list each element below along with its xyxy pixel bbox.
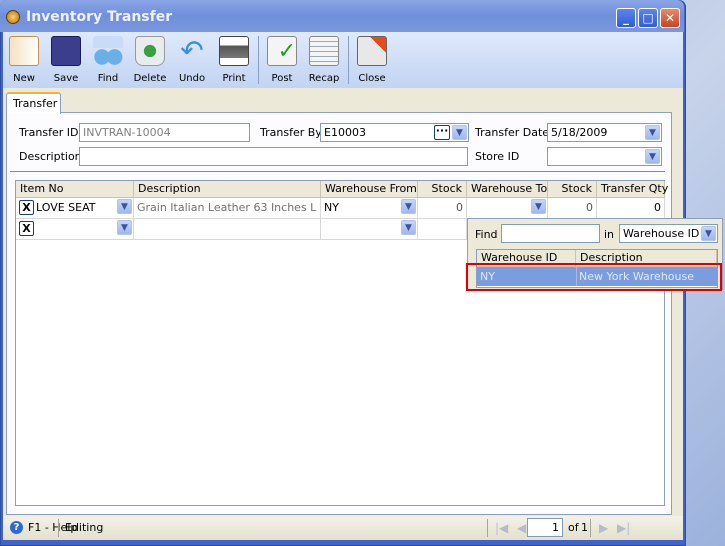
recap-button[interactable]: Recap xyxy=(303,34,345,86)
column-header-transfer-qty[interactable]: Transfer Qty xyxy=(597,181,668,198)
column-header-item-no[interactable]: Item No xyxy=(16,181,134,198)
status-bar: ? F1 - Help Editing |◀ ◀ 1 of 1 ▶ ▶| xyxy=(3,516,683,540)
status-text: Editing xyxy=(65,521,104,534)
stock-from-cell: 0 xyxy=(418,198,467,219)
transfer-qty-cell[interactable]: 0 xyxy=(597,198,665,219)
description-cell[interactable] xyxy=(134,219,321,240)
table-row[interactable]: X LOVE SEAT ▼ Grain Italian Leather 63 Inc… xyxy=(16,198,665,219)
find-label: Find xyxy=(475,228,498,241)
description-cell[interactable]: Grain Italian Leather 63 Inches L X 38 xyxy=(134,198,321,219)
tab-transfer[interactable]: Transfer xyxy=(6,92,61,114)
print-button[interactable]: Print xyxy=(213,34,255,86)
maximize-button[interactable]: □ xyxy=(638,8,658,28)
delete-row-button[interactable]: X xyxy=(19,221,34,236)
store-id-label: Store ID xyxy=(475,150,520,163)
status-separator xyxy=(590,519,591,537)
delete-row-button[interactable]: X xyxy=(19,200,34,215)
last-record-button[interactable]: ▶| xyxy=(617,521,630,535)
in-label: in xyxy=(604,228,615,241)
transfer-by-field[interactable]: E10003 ··· ▼ xyxy=(320,123,469,142)
save-icon xyxy=(51,36,81,66)
column-header-stock[interactable]: Stock xyxy=(548,181,597,198)
find-button[interactable]: Find xyxy=(87,34,129,86)
binoculars-icon xyxy=(93,36,123,66)
chevron-down-icon[interactable]: ▼ xyxy=(645,149,660,164)
highlight-box xyxy=(466,263,722,291)
transfer-id-field[interactable]: INVTRAN-10004 xyxy=(79,123,250,142)
minimize-button[interactable]: _ xyxy=(616,8,636,28)
toolbar-separator xyxy=(258,36,259,84)
column-header-stock[interactable]: Stock xyxy=(418,181,467,198)
chevron-down-icon[interactable]: ▼ xyxy=(452,125,467,140)
chevron-down-icon[interactable]: ▼ xyxy=(117,199,132,214)
total-pages: 1 xyxy=(581,521,588,534)
page-number-input[interactable]: 1 xyxy=(527,518,563,537)
close-button[interactable]: Close xyxy=(351,34,393,86)
description-field[interactable] xyxy=(79,147,468,166)
item-no-cell[interactable]: X LOVE SEAT ▼ xyxy=(16,198,134,219)
chevron-down-icon[interactable]: ▼ xyxy=(401,199,416,214)
description-label: Description xyxy=(19,150,82,163)
transfer-date-label: Transfer Date xyxy=(475,126,550,139)
chevron-down-icon[interactable]: ▼ xyxy=(645,125,660,140)
transfer-by-label: Transfer By xyxy=(260,126,322,139)
undo-button[interactable]: ↶ Undo xyxy=(171,34,213,86)
help-icon[interactable]: ? xyxy=(10,521,23,534)
first-record-button[interactable]: |◀ xyxy=(495,521,508,535)
stock-from-cell xyxy=(418,219,467,240)
save-button[interactable]: Save xyxy=(45,34,87,86)
column-header-description[interactable]: Description xyxy=(134,181,321,198)
title-bar[interactable]: Inventory Transfer _ □ ✕ xyxy=(0,0,684,32)
toolbar: New Save Find Delete ↶ Undo Print ✓ Post R… xyxy=(3,32,683,88)
column-header-warehouse-from[interactable]: Warehouse From xyxy=(321,181,418,198)
toolbar-separator xyxy=(348,36,349,84)
chevron-down-icon[interactable]: ▼ xyxy=(117,220,132,235)
post-icon: ✓ xyxy=(267,36,297,66)
item-no-cell[interactable]: X ▼ xyxy=(16,219,134,240)
recycle-bin-icon xyxy=(135,36,165,66)
stock-to-cell: 0 xyxy=(548,198,597,219)
warehouse-to-cell[interactable]: ▼ xyxy=(467,198,548,219)
post-button[interactable]: ✓ Post xyxy=(261,34,303,86)
transfer-date-field[interactable]: 5/18/2009 ▼ xyxy=(547,123,662,142)
store-id-field[interactable]: ▼ xyxy=(547,147,662,166)
undo-icon: ↶ xyxy=(180,34,204,67)
column-header-warehouse-to[interactable]: Warehouse To xyxy=(467,181,548,198)
next-record-button[interactable]: ▶ xyxy=(599,521,608,535)
warehouse-from-cell[interactable]: NY ▼ xyxy=(321,198,418,219)
status-separator xyxy=(58,519,59,537)
status-separator xyxy=(487,519,488,537)
app-icon xyxy=(6,10,20,24)
printer-icon xyxy=(219,36,249,66)
ellipsis-button[interactable]: ··· xyxy=(434,125,450,140)
warehouse-from-cell[interactable]: ▼ xyxy=(321,219,418,240)
previous-record-button[interactable]: ◀ xyxy=(517,521,526,535)
delete-button[interactable]: Delete xyxy=(129,34,171,86)
find-input[interactable] xyxy=(501,224,600,243)
chevron-down-icon[interactable]: ▼ xyxy=(701,226,716,241)
transfer-id-label: Transfer ID xyxy=(19,126,79,139)
close-form-icon xyxy=(357,36,387,66)
new-icon xyxy=(9,36,39,66)
new-button[interactable]: New xyxy=(3,34,45,86)
chevron-down-icon[interactable]: ▼ xyxy=(401,220,416,235)
chevron-down-icon[interactable]: ▼ xyxy=(531,199,546,214)
recap-icon xyxy=(309,36,339,66)
window-title: Inventory Transfer xyxy=(26,9,173,25)
divider xyxy=(10,171,665,172)
search-field-select[interactable]: Warehouse ID ▼ xyxy=(619,224,718,243)
close-window-button[interactable]: ✕ xyxy=(660,8,680,28)
of-label: of xyxy=(568,521,579,534)
